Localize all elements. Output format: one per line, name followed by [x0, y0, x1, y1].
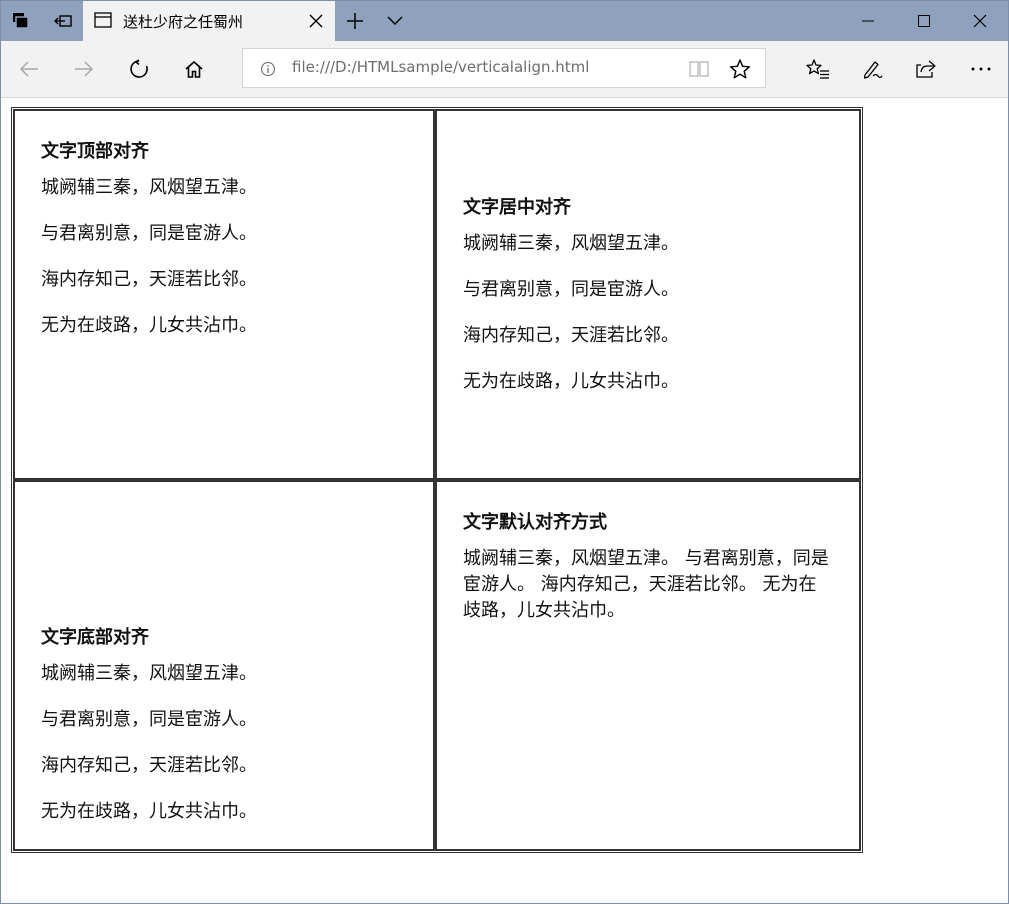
more-icon[interactable]: [961, 49, 1001, 89]
set-aside-tabs-icon[interactable]: [43, 1, 83, 41]
favorites-list-icon[interactable]: [798, 49, 838, 89]
poem-line: 城阙辅三秦，风烟望五津。: [41, 663, 257, 684]
title-bar: 送杜少府之任蜀州: [1, 1, 1008, 41]
poem-line: 与君离别意，同是宦游人。: [463, 278, 679, 300]
page-content: 文字顶部对齐 城阙辅三秦，风烟望五津。 与君离别意，同是宦游人。 海内存知己，天…: [1, 98, 1008, 903]
address-bar[interactable]: file:///D:/HTMLsample/verticalalign.html: [242, 48, 766, 88]
poem-line: 海内存知己，天涯若比邻。: [463, 324, 679, 346]
refresh-icon[interactable]: [119, 49, 159, 89]
poem-line: 海内存知己，天涯若比邻。: [41, 269, 257, 290]
tabs-icon[interactable]: [1, 1, 41, 41]
poem-line: 海内存知己，天涯若比邻。: [41, 755, 257, 776]
cell-default-aligned: 文字默认对齐方式 城阙辅三秦，风烟望五津。 与君离别意，同是宦游人。 海内存知己…: [435, 480, 861, 851]
cell-heading: 文字底部对齐: [41, 627, 149, 648]
poem-line: 无为在歧路，儿女共沾巾。: [463, 370, 679, 392]
back-arrow-icon[interactable]: [9, 49, 49, 89]
poem-line: 与君离别意，同是宦游人。: [41, 223, 257, 244]
cell-heading: 文字顶部对齐: [41, 141, 149, 162]
cell-top-aligned: 文字顶部对齐 城阙辅三秦，风烟望五津。 与君离别意，同是宦游人。 海内存知己，天…: [13, 109, 435, 480]
poem-paragraph: 城阙辅三秦，风烟望五津。 与君离别意，同是宦游人。 海内存知己，天涯若比邻。 无…: [463, 548, 829, 621]
poem-line: 城阙辅三秦，风烟望五津。: [463, 232, 679, 254]
forward-arrow-icon[interactable]: [64, 49, 104, 89]
plus-icon[interactable]: [335, 1, 375, 41]
cell-heading: 文字默认对齐方式: [463, 512, 607, 533]
cell-bottom-aligned: 文字底部对齐 城阙辅三秦，风烟望五津。 与君离别意，同是宦游人。 海内存知己，天…: [13, 480, 435, 851]
nav-bar: file:///D:/HTMLsample/verticalalign.html: [1, 41, 1008, 98]
poem-line: 无为在歧路，儿女共沾巾。: [41, 315, 257, 336]
maximize-icon[interactable]: [896, 1, 952, 41]
pen-icon[interactable]: [852, 49, 892, 89]
info-icon[interactable]: [259, 60, 277, 78]
browser-window: 送杜少府之任蜀州 file:///D:/HTMLsample/verticala…: [0, 0, 1009, 904]
address-url[interactable]: file:///D:/HTMLsample/verticalalign.html: [292, 58, 589, 76]
tab-active[interactable]: 送杜少府之任蜀州: [83, 1, 335, 41]
home-icon[interactable]: [174, 49, 214, 89]
tab-close-icon[interactable]: [305, 10, 327, 32]
close-icon[interactable]: [952, 1, 1008, 41]
tab-title: 送杜少府之任蜀州: [123, 13, 244, 31]
page-icon: [93, 10, 113, 30]
poem-table: 文字顶部对齐 城阙辅三秦，风烟望五津。 与君离别意，同是宦游人。 海内存知己，天…: [11, 107, 863, 853]
poem-line: 无为在歧路，儿女共沾巾。: [41, 801, 257, 822]
minimize-icon[interactable]: [840, 1, 896, 41]
poem-line: 城阙辅三秦，风烟望五津。: [41, 177, 257, 198]
cell-middle-aligned: 文字居中对齐 城阙辅三秦，风烟望五津。 与君离别意，同是宦游人。 海内存知己，天…: [435, 109, 861, 480]
star-icon[interactable]: [725, 54, 755, 84]
cell-heading: 文字居中对齐: [463, 196, 571, 218]
poem-line: 与君离别意，同是宦游人。: [41, 709, 257, 730]
chevron-down-icon[interactable]: [375, 1, 415, 41]
share-icon[interactable]: [906, 49, 946, 89]
book-icon[interactable]: [684, 54, 714, 84]
